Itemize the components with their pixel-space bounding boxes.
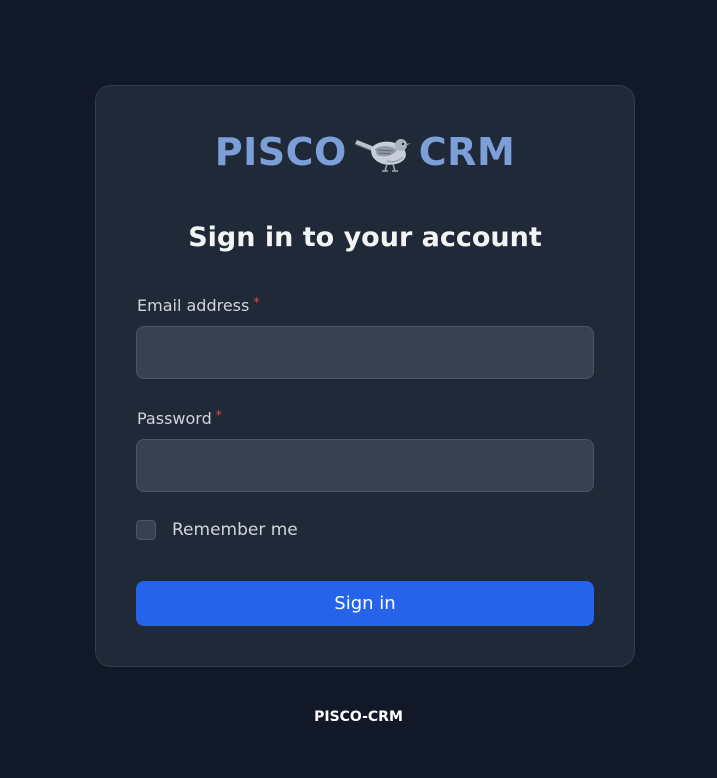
logo-text-right: CRM — [418, 130, 516, 174]
email-label-text: Email address — [137, 296, 250, 315]
logo: PISCO CRM — [96, 130, 634, 174]
email-input[interactable] — [136, 326, 594, 379]
remember-me[interactable]: Remember me — [136, 520, 298, 540]
remember-me-label[interactable]: Remember me — [172, 520, 298, 540]
login-card: PISCO CRM Sign in to your account Email … — [95, 85, 635, 667]
footer-brand: PISCO-CRM — [314, 709, 403, 725]
required-marker: * — [253, 295, 260, 309]
page-title: Sign in to your account — [188, 222, 542, 253]
email-label: Email address * — [137, 295, 260, 316]
sign-in-button[interactable]: Sign in — [136, 581, 594, 626]
password-label: Password * — [137, 408, 222, 429]
logo-text-left: PISCO — [214, 130, 347, 174]
password-label-text: Password — [137, 409, 212, 428]
password-input[interactable] — [136, 439, 594, 492]
required-marker: * — [215, 408, 222, 422]
bird-icon — [354, 139, 411, 172]
remember-me-checkbox[interactable] — [136, 520, 156, 540]
